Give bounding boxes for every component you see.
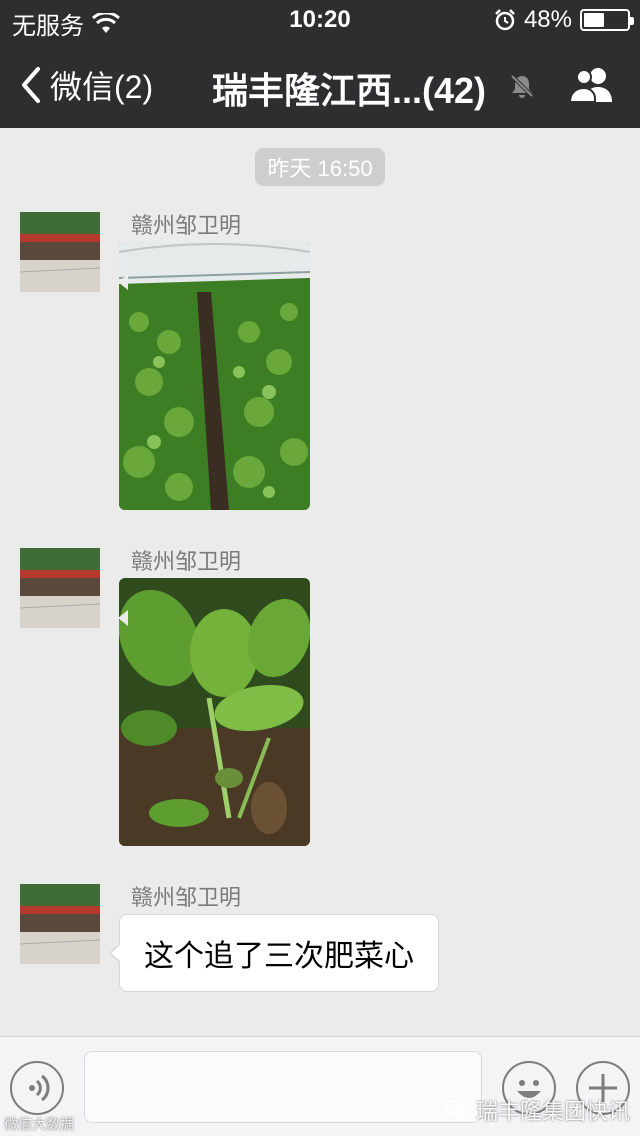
avatar[interactable] <box>20 212 100 292</box>
vegetable-photo <box>119 578 310 846</box>
avatar-image <box>20 884 100 964</box>
image-message[interactable] <box>119 242 310 510</box>
timestamp-pill: 昨天 16:50 <box>255 148 385 186</box>
group-members-icon[interactable] <box>568 64 616 104</box>
status-bar: 无服务 10:20 48% <box>0 0 640 40</box>
battery-fill <box>584 13 605 27</box>
message-input[interactable] <box>84 1051 482 1123</box>
alarm-icon <box>495 9 515 31</box>
watermark-left: 微信大数据 <box>4 1116 74 1132</box>
avatar[interactable] <box>20 884 100 964</box>
voice-icon <box>29 1074 50 1102</box>
watermark-right-text: 瑞丰隆集团快讯 <box>476 1099 631 1124</box>
image-message[interactable] <box>119 578 310 846</box>
watermark-right: 瑞丰隆集团快讯 <box>444 1094 630 1126</box>
text-message-bubble[interactable]: 这个追了三次肥菜心 <box>109 914 439 992</box>
avatar-image <box>20 212 100 292</box>
avatar-image <box>20 548 100 628</box>
battery-percent: 48% <box>523 6 572 33</box>
greenhouse-photo <box>119 242 310 510</box>
back-chevron-icon <box>22 67 40 103</box>
avatar[interactable] <box>20 548 100 628</box>
sender-name: 赣州邹卫明 <box>131 549 242 574</box>
voice-button[interactable] <box>10 1061 64 1115</box>
battery-icon <box>580 9 634 31</box>
sender-name: 赣州邹卫明 <box>131 885 242 910</box>
back-button[interactable]: 微信(2) <box>18 62 153 108</box>
mute-bell-icon <box>510 74 534 98</box>
wechat-logo-icon <box>444 1100 470 1120</box>
chat-area[interactable]: 昨天 16:50 赣州邹卫明 赣州邹卫明 赣州邹卫明 这个追了三次肥菜心 <box>0 128 640 1036</box>
chat-title: 瑞丰隆江西...(42) <box>212 70 487 111</box>
back-label: 微信(2) <box>50 69 154 105</box>
status-right: 48% <box>494 6 634 34</box>
nav-bar: 微信(2) 瑞丰隆江西...(42) <box>0 40 640 128</box>
message-text: 这个追了三次肥菜心 <box>144 940 414 973</box>
sender-name: 赣州邹卫明 <box>131 213 242 238</box>
